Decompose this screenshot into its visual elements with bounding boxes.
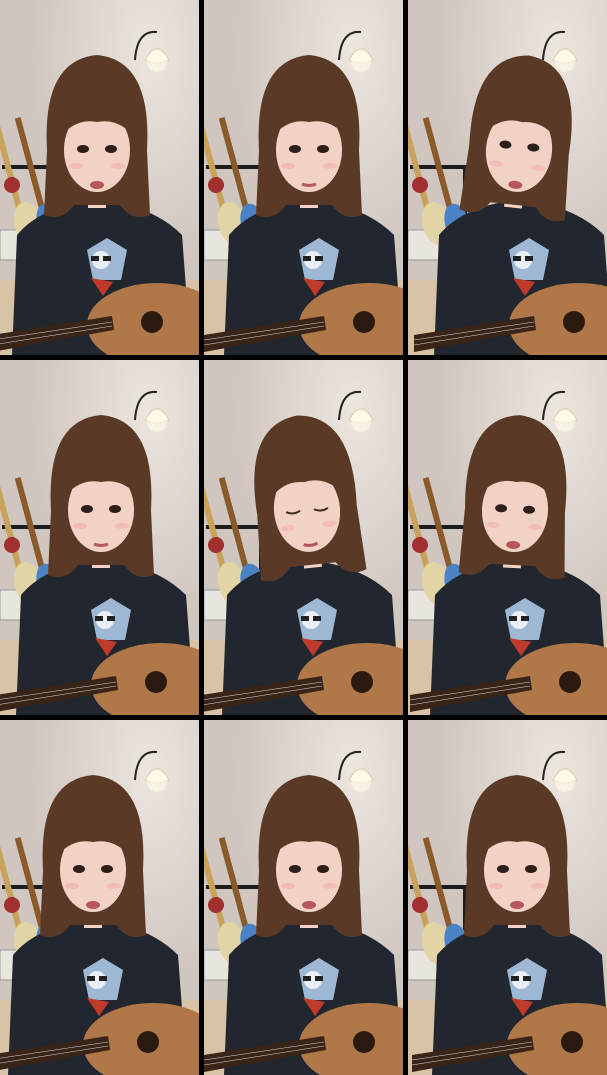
eye [109, 505, 121, 513]
blush [323, 883, 337, 889]
mouth [301, 182, 317, 187]
video-frame-scene [204, 360, 403, 715]
video-frame-scene [0, 360, 199, 715]
plush-toy [208, 537, 224, 553]
blush [69, 163, 83, 169]
video-frame-7 [0, 720, 199, 1075]
blush [489, 883, 503, 889]
blush [281, 163, 295, 169]
video-frame-1 [0, 0, 199, 355]
eye [289, 865, 301, 873]
mouth [302, 901, 316, 909]
video-frame-scene [204, 720, 403, 1075]
video-frame-scene [204, 0, 403, 355]
video-frame-5 [204, 360, 403, 715]
video-frame-2 [204, 0, 403, 355]
video-frame-scene [408, 0, 607, 355]
plush-toy [412, 177, 428, 193]
plush-toy [412, 537, 428, 553]
blush [323, 163, 337, 169]
video-frame-8 [204, 720, 403, 1075]
blush [531, 883, 545, 889]
eye [525, 865, 537, 873]
eye [317, 145, 329, 153]
mouth [510, 901, 524, 909]
eye [73, 865, 85, 873]
eye [81, 505, 93, 513]
blush [111, 163, 125, 169]
plush-toy [4, 897, 20, 913]
video-frame-3 [408, 0, 607, 355]
video-frame-scene [0, 720, 199, 1075]
eye [497, 865, 509, 873]
mouth [93, 542, 109, 547]
eye [101, 865, 113, 873]
video-frame-scene [408, 720, 607, 1075]
eye [77, 145, 89, 153]
plush-toy [208, 897, 224, 913]
video-collage-grid [0, 0, 607, 1075]
mouth [86, 901, 100, 909]
blush [281, 883, 295, 889]
eye [317, 865, 329, 873]
blush [73, 523, 87, 529]
eye [289, 145, 301, 153]
video-frame-scene [408, 360, 607, 715]
video-frame-4 [0, 360, 199, 715]
plush-toy [4, 537, 20, 553]
plush-toy [412, 897, 428, 913]
plush-toy [4, 177, 20, 193]
video-frame-9 [408, 720, 607, 1075]
blush [65, 883, 79, 889]
video-frame-6 [408, 360, 607, 715]
eye [105, 145, 117, 153]
blush [107, 883, 121, 889]
plush-toy [208, 177, 224, 193]
blush [115, 523, 129, 529]
mouth [90, 181, 104, 189]
video-frame-scene [0, 0, 199, 355]
